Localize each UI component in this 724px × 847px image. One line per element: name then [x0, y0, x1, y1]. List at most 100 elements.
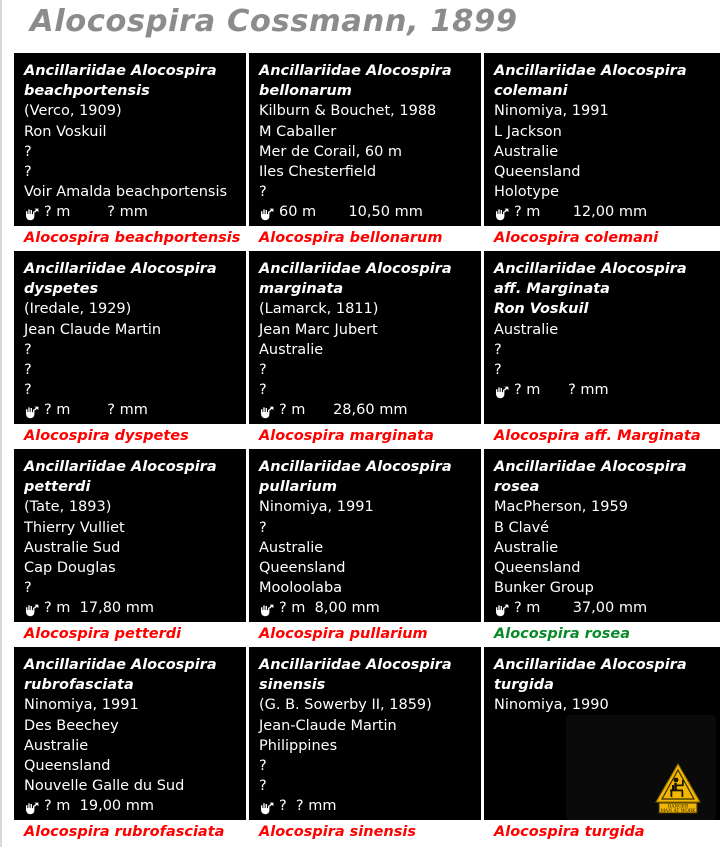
species-card[interactable]: Ancillariidae Alocospira petterdi (Tate, 1…: [14, 449, 246, 645]
species-info-line: ?: [494, 362, 502, 379]
species-info-line: colemani: [494, 83, 568, 100]
species-info-line: Australie: [494, 539, 559, 556]
species-card[interactable]: Ancillariidae Alocospira colemani Ninomiya…: [484, 53, 720, 249]
species-info-line: Jean Marc Jubert: [259, 321, 378, 338]
species-info-line: marginata: [259, 281, 344, 298]
species-caption: Alocospira turgida: [484, 820, 720, 843]
measurement-line: ? m 8,00 mm: [259, 598, 481, 618]
species-card-body: Ancillariidae Alocospira aff. Marginata Ro…: [484, 251, 720, 424]
species-info-line: ?: [24, 341, 32, 358]
species-caption: Alocospira colemani: [484, 226, 720, 249]
measurement-text: ? m ? mm: [514, 382, 609, 399]
species-card-body: Ancillariidae Alocospira rubrofasciata Nin…: [14, 647, 246, 820]
species-info-line: ?: [24, 164, 32, 181]
species-caption: Alocospira rubrofasciata: [14, 820, 246, 843]
species-caption: Alocospira marginata: [249, 424, 481, 447]
species-info-line: Australie: [494, 321, 559, 338]
measurement-line: ? ? mm: [259, 796, 481, 816]
species-info-line: Mer de Corail, 60 m: [259, 143, 403, 160]
measurement-line: ? m ? mm: [494, 380, 720, 400]
species-card-body: Ancillariidae Alocospira beachportensis (V…: [14, 53, 246, 226]
species-card-body: Ancillariidae Alocospira pullarium Ninomiy…: [249, 449, 481, 622]
species-info-line: MacPherson, 1959: [494, 499, 628, 516]
species-card[interactable]: Ancillariidae Alocospira dyspetes (Iredale…: [14, 251, 246, 447]
species-caption: Alocospira aff. Marginata: [484, 424, 720, 447]
measurement-text: ? m 37,00 mm: [514, 600, 648, 617]
species-info-line: (Tate, 1893): [24, 499, 112, 516]
species-info-line: Voir Amalda beachportensis: [24, 184, 228, 201]
species-info-line: turgida: [494, 677, 554, 694]
species-card[interactable]: Ancillariidae Alocospira rosea MacPherson,…: [484, 449, 720, 645]
species-caption-text: Alocospira rubrofasciata: [24, 823, 225, 840]
species-info-line: Jean Claude Martin: [24, 321, 162, 338]
species-info-line: Ancillariidae Alocospira: [494, 657, 687, 673]
measurement-line: ? m 19,00 mm: [24, 796, 246, 816]
species-card[interactable]: Ancillariidae Alocospira pullarium Ninomiy…: [249, 449, 481, 645]
species-card-body: Ancillariidae Alocospira sinensis (G. B. S…: [249, 647, 481, 820]
species-info-line: rubrofasciata: [24, 677, 134, 694]
species-info-line: bellonarum: [259, 83, 352, 100]
species-info-line: Nouvelle Galle du Sud: [24, 778, 185, 795]
species-info-line: M Caballer: [259, 123, 337, 140]
species-card[interactable]: Ancillariidae Alocospira aff. Marginata Ro…: [484, 251, 720, 447]
species-info-line: ?: [259, 758, 267, 775]
species-card[interactable]: Ancillariidae Alocospira turgida Ninomiya,…: [484, 647, 720, 843]
hand-icon: [494, 207, 509, 221]
species-caption: Alocospira pullarium: [249, 622, 481, 645]
species-info-line: Australie: [259, 539, 324, 556]
species-caption-text: Alocospira dyspetes: [24, 427, 189, 444]
species-info-line: Cap Douglas: [24, 560, 116, 577]
species-info-line: Mooloolaba: [259, 580, 343, 597]
species-info-line: Ninomiya, 1990: [494, 697, 609, 714]
species-caption: Alocospira bellonarum: [249, 226, 481, 249]
species-info-line: ?: [24, 580, 32, 597]
species-info-line: Queensland: [259, 560, 346, 577]
species-card-body: Ancillariidae Alocospira rosea MacPherson,…: [484, 449, 720, 622]
species-card[interactable]: Ancillariidae Alocospira bellonarum Kilbur…: [249, 53, 481, 249]
species-caption-text: Alocospira beachportensis: [24, 229, 241, 246]
species-info-line: Holotype: [494, 184, 560, 201]
species-caption: Alocospira sinensis: [249, 820, 481, 843]
species-info-line: L Jackson: [494, 123, 562, 140]
measurement-text: ? m 28,60 mm: [279, 402, 408, 419]
species-card[interactable]: Ancillariidae Alocospira sinensis (G. B. S…: [249, 647, 481, 843]
measurement-text: ? m ? mm: [44, 204, 148, 221]
species-card-body: Ancillariidae Alocospira petterdi (Tate, 1…: [14, 449, 246, 622]
species-info-line: Iles Chesterfield: [259, 164, 377, 181]
species-card[interactable]: Ancillariidae Alocospira beachportensis (V…: [14, 53, 246, 249]
svg-text:MAN AT WORK: MAN AT WORK: [661, 809, 697, 814]
species-card[interactable]: Ancillariidae Alocospira marginata (Lamarc…: [249, 251, 481, 447]
species-info-line: Ancillariidae Alocospira: [259, 63, 452, 79]
species-info-line: Ancillariidae Alocospira: [259, 261, 452, 277]
species-info-line: (Iredale, 1929): [24, 301, 132, 318]
hand-icon: [259, 405, 274, 419]
species-info-line: Australie Sud: [24, 539, 121, 556]
measurement-line: ? m 12,00 mm: [494, 202, 720, 222]
species-info-line: Australie: [259, 341, 324, 358]
species-info-line: Ancillariidae Alocospira: [494, 459, 687, 475]
danger-man-at-work-icon: DANGER MAN AT WORK: [654, 762, 702, 814]
species-info-line: Australie: [24, 737, 89, 754]
species-info-line: Ancillariidae Alocospira: [259, 459, 452, 475]
species-card[interactable]: Ancillariidae Alocospira rubrofasciata Nin…: [14, 647, 246, 843]
hand-icon: [494, 603, 509, 617]
species-caption-text: Alocospira colemani: [494, 229, 659, 246]
species-info-line: ?: [259, 778, 267, 795]
catalog-page: Alocospira Cossmann, 1899 Ancillariidae …: [0, 0, 724, 847]
species-info-line: Ancillariidae Alocospira: [494, 63, 687, 79]
species-card-grid: Ancillariidae Alocospira beachportensis (V…: [14, 53, 720, 843]
measurement-line: 60 m 10,50 mm: [259, 202, 481, 222]
species-info-line: Ninomiya, 1991: [494, 103, 609, 120]
measurement-text: ? m 12,00 mm: [514, 204, 648, 221]
species-caption: Alocospira beachportensis: [14, 226, 246, 249]
species-info-line: Bunker Group: [494, 580, 594, 597]
species-caption-text: Alocospira rosea: [494, 625, 631, 642]
species-info-line: Ron Voskuil: [24, 123, 107, 140]
measurement-line: ? m 37,00 mm: [494, 598, 720, 618]
hand-icon: [494, 385, 509, 399]
measurement-text: ? m 17,80 mm: [44, 600, 155, 617]
species-info-line: ?: [259, 519, 267, 536]
measurement-line: ? m ? mm: [24, 202, 246, 222]
species-caption-text: Alocospira marginata: [259, 427, 434, 444]
measurement-line: ? m ? mm: [24, 400, 246, 420]
